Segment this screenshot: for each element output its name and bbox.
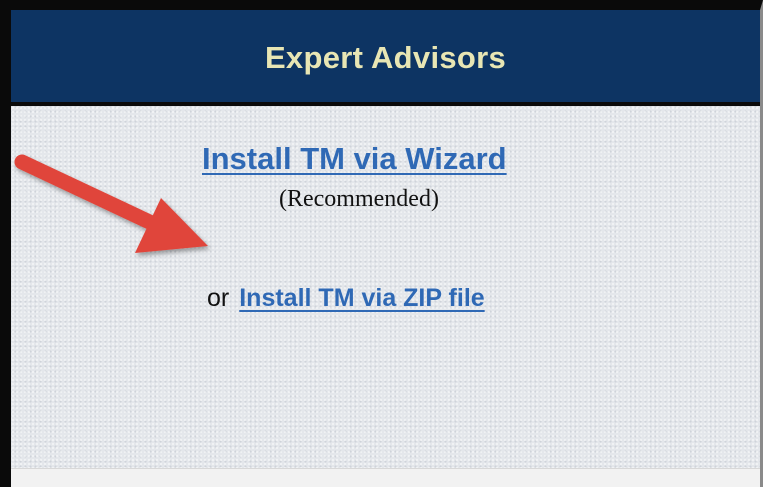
panel-header: Expert Advisors — [11, 10, 760, 106]
or-label: or — [207, 284, 230, 312]
bottom-strip — [11, 468, 760, 487]
zip-install-line: or Install TM via ZIP file — [207, 284, 485, 313]
install-zip-link[interactable]: Install TM via ZIP file — [239, 284, 484, 312]
install-wizard-link[interactable]: Install TM via Wizard — [202, 141, 507, 177]
red-arrow-icon — [14, 154, 208, 253]
recommended-note: (Recommended) — [279, 186, 439, 212]
panel-title: Expert Advisors — [264, 40, 507, 75]
